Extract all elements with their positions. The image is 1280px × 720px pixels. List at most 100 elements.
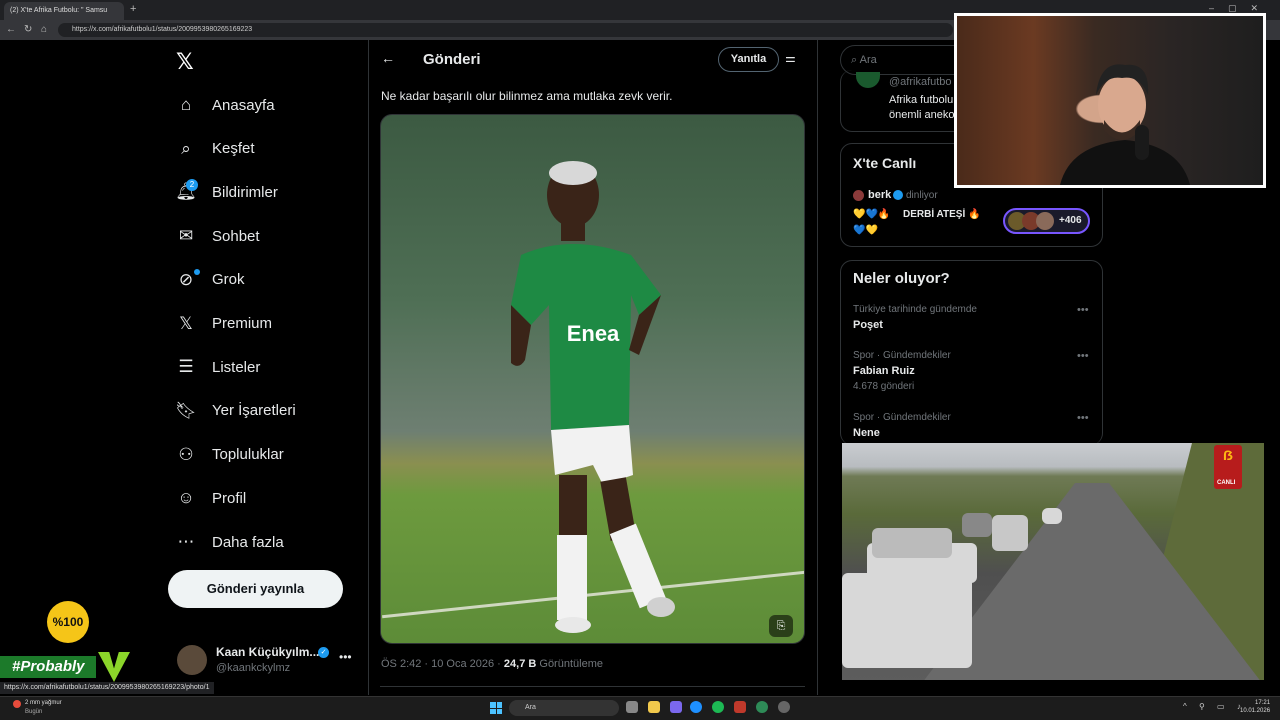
tab-title: (2) X'te Afrika Futbolu: " Samsu	[10, 7, 108, 14]
trend-context: Spor · Gündemdekiler	[853, 412, 951, 423]
car	[1042, 508, 1062, 524]
browser-tab[interactable]: (2) X'te Afrika Futbolu: " Samsu	[4, 2, 124, 20]
car	[842, 573, 972, 668]
account-name[interactable]: Kaan Küçükyılm...	[216, 645, 319, 659]
live-emoji: 💙💛	[853, 225, 878, 236]
sidebar-item-label: Listeler	[212, 358, 261, 376]
account-handle: @kaankckylmz	[216, 662, 291, 674]
weather-subtext: Bugün	[25, 709, 43, 715]
clock-date: 10.01.2026	[1240, 708, 1271, 714]
sidebar-item-6[interactable]: ☰ Listeler	[176, 352, 260, 382]
mail-icon: ✉	[178, 226, 194, 246]
file-explorer-icon[interactable]	[648, 701, 660, 713]
car	[872, 528, 952, 558]
sidebar-item-7[interactable]: 🔖︎ Yer İşaretleri	[175, 396, 296, 426]
trend-name[interactable]: Poşet	[853, 319, 883, 331]
views-label: Görüntüleme	[536, 658, 603, 670]
adjust-icon[interactable]: ⚌	[785, 51, 796, 65]
sidebar-item-label: Daha fazla	[212, 533, 284, 551]
app-icon[interactable]	[670, 701, 682, 713]
app-icon[interactable]	[756, 701, 768, 713]
post-photo[interactable]: Enea ⎘	[380, 114, 805, 644]
post-meta: ÖS 2:42 · 10 Oca 2026 · 24,7 B Görüntüle…	[381, 658, 603, 670]
jersey-sponsor: Enea	[567, 321, 620, 346]
weather-icon[interactable]	[13, 700, 21, 708]
back-arrow-icon[interactable]: ←	[381, 50, 395, 66]
search-placeholder: Ara	[859, 54, 877, 66]
home-icon: ⌂	[180, 95, 192, 114]
back-nav-icon[interactable]: ←	[6, 24, 16, 35]
more-dots-icon[interactable]: •••	[1077, 350, 1089, 362]
grok-icon: ⊘	[178, 269, 194, 289]
task-view-icon[interactable]	[626, 701, 638, 713]
more-dots-icon[interactable]: •••	[1077, 304, 1089, 316]
clock-time: 17:21	[1255, 700, 1271, 706]
car	[992, 515, 1028, 551]
weather-text[interactable]: 2 mm yağmur	[25, 700, 62, 706]
live-status: dinliyor	[906, 190, 938, 201]
sidebar-item-0[interactable]: ⌂ Anasayfa	[176, 90, 275, 120]
view-count: 24,7 B	[503, 658, 537, 670]
live-video-overlay	[842, 443, 1264, 680]
sidebar-item-label: Yer İşaretleri	[212, 402, 296, 420]
verified-icon: ✓	[318, 647, 329, 658]
edge-icon[interactable]	[690, 701, 702, 713]
system-tray[interactable]: ^ ⚲ ▭ ♪	[1183, 702, 1246, 711]
sidebar-item-label: Premium	[212, 315, 273, 332]
v-logo	[98, 652, 130, 682]
live-emoji: 💛💙🔥	[853, 209, 891, 220]
trend-name[interactable]: Nene	[853, 427, 880, 439]
sidebar-item-4[interactable]: ⊘ Grok	[176, 265, 245, 295]
new-tab-icon[interactable]: +	[130, 3, 136, 15]
more-dots-icon[interactable]: •••	[339, 650, 352, 664]
x-logo-icon[interactable]: 𝕏	[176, 49, 194, 75]
post-button[interactable]: Gönderi yayınla	[168, 570, 343, 608]
taskbar	[0, 696, 1280, 720]
reload-icon[interactable]: ↻	[24, 24, 32, 35]
space-title-text: DERBİ ATEŞİ	[903, 209, 966, 220]
x100-logo: %100	[47, 601, 89, 643]
app-icon[interactable]	[734, 701, 746, 713]
reply-button[interactable]: Yanıtla	[718, 47, 779, 72]
post-text: Ne kadar başarılı olur bilinmez ama mutl…	[381, 89, 673, 103]
divider	[380, 686, 805, 687]
notification-badge: 2	[186, 179, 198, 191]
sidebar-item-label: Bildirimler	[212, 183, 278, 201]
listener-count: +406	[1059, 215, 1082, 226]
sidebar-item-label: Keşfet	[212, 140, 255, 158]
live-user[interactable]: berk	[868, 189, 891, 201]
sidebar-item-label: Anasayfa	[212, 96, 275, 114]
more-dots-icon[interactable]: •••	[1077, 412, 1089, 424]
windows-start-icon[interactable]	[490, 702, 502, 714]
sidebar-item-8[interactable]: ⚇ Topluluklar	[176, 440, 283, 470]
trends-title: Neler oluyor?	[853, 270, 950, 287]
search-icon: ⌕	[181, 138, 191, 158]
card-handle[interactable]: @afrikafutbo	[889, 76, 952, 88]
sidebar-item-3[interactable]: ✉ Sohbet	[176, 221, 260, 251]
clock[interactable]: 17:21 10.01.2026	[1240, 699, 1270, 715]
sidebar-item-9[interactable]: ☺ Profil	[176, 483, 246, 513]
streamer-figure	[1060, 64, 1190, 185]
column-divider	[817, 40, 818, 695]
image-options-icon[interactable]: ⎘	[769, 615, 793, 637]
card-bio-line: önemli aneko	[889, 109, 955, 121]
trend-name[interactable]: Fabian Ruiz	[853, 365, 915, 377]
sidebar-item-1[interactable]: ⌕ Keşfet	[176, 134, 255, 164]
avatar[interactable]	[853, 190, 864, 201]
car	[962, 513, 992, 537]
sidebar-item-5[interactable]: 𝕏 Premium	[176, 309, 272, 339]
card-bio-line: Afrika futbolu	[889, 94, 954, 106]
avatar[interactable]	[177, 645, 207, 675]
spotify-icon[interactable]	[712, 701, 724, 713]
sidebar-item-label: Grok	[212, 271, 245, 289]
app-icon[interactable]	[778, 701, 790, 713]
url-field[interactable]: https://x.com/afrikafutbolu1/status/2009…	[58, 23, 953, 37]
home-nav-icon[interactable]: ⌂	[41, 24, 47, 35]
sidebar-item-10[interactable]: ⋯ Daha fazla	[176, 527, 284, 557]
space-title[interactable]: DERBİ ATEŞİ 🔥	[903, 209, 980, 220]
verified-icon	[893, 190, 903, 200]
page-title: Gönderi	[423, 51, 481, 68]
live-title: X'te Canlı	[853, 155, 917, 171]
taskbar-search[interactable]: Ara	[509, 700, 619, 716]
post-time: ÖS 2:42 · 10 Oca 2026 ·	[381, 658, 504, 670]
